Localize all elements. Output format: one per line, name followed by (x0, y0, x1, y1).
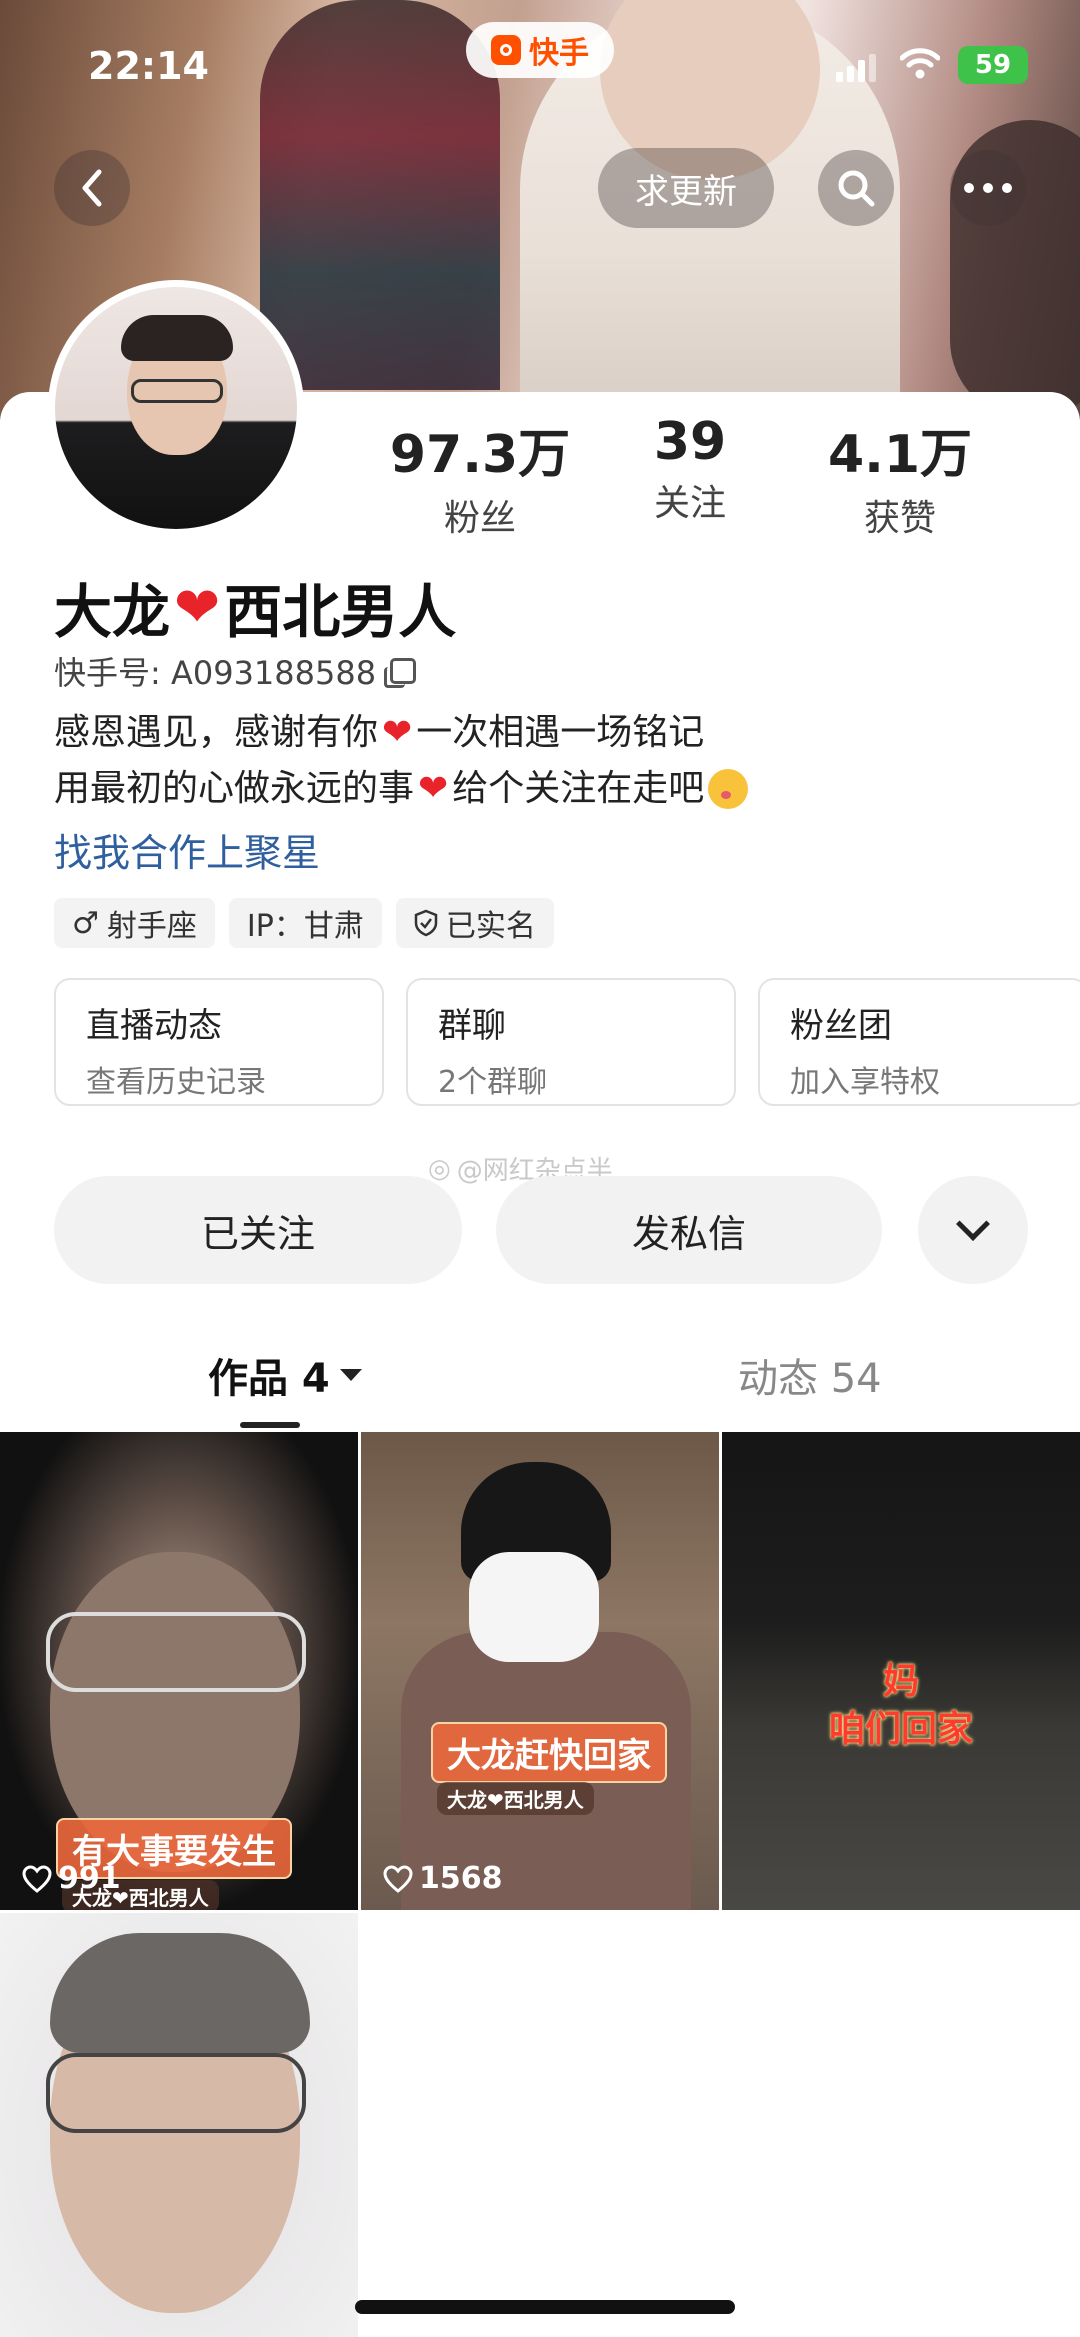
kuaishou-id[interactable]: 快手号: A093188588 (54, 648, 417, 694)
send-message-button[interactable]: 发私信 (496, 1176, 882, 1284)
video-thumbnail-glasses (46, 2053, 306, 2133)
app-name: 快手 (529, 36, 589, 71)
shield-check-icon (414, 909, 438, 937)
video-likes: 991 (22, 1861, 121, 1896)
video-caption: 妈 (882, 1661, 919, 1702)
stat-followers[interactable]: 97.3万 粉丝 (380, 412, 580, 541)
avatar-glasses (131, 379, 223, 403)
search-button[interactable] (818, 150, 894, 226)
cooperation-link[interactable]: 找我合作上聚星 (54, 822, 320, 877)
tag-zodiac: ♂ 射手座 (54, 898, 215, 948)
app-indicator[interactable]: 快手 (466, 22, 614, 78)
heart-icon: ❤ (382, 712, 413, 753)
stat-following-value: 39 (653, 412, 727, 472)
back-button[interactable] (54, 150, 130, 226)
video-subcaption: 大龙❤西北男人 (437, 1782, 594, 1815)
avatar-photo (55, 287, 297, 529)
video-tile[interactable]: 妈 咱们回家 (722, 1432, 1080, 1910)
video-tile[interactable]: 大龙赶快回家 大龙❤西北男人 1568 (361, 1432, 719, 1910)
tab-works-label: 作品 4 (208, 1356, 330, 1402)
video-thumbnail-glasses (46, 1612, 306, 1692)
tab-works[interactable]: 作品 4 (208, 1346, 362, 1404)
chevron-down-icon (956, 1207, 990, 1241)
status-time: 22:14 (88, 44, 209, 88)
heart-icon: ❤ (174, 575, 221, 639)
card-title: 粉丝团 (790, 1006, 892, 1046)
content-tabs: 作品 4 动态 54 (0, 1346, 1080, 1426)
kuaishou-id-text: 快手号: A093188588 (54, 654, 377, 692)
more-dots-icon (964, 183, 1012, 193)
more-options-button[interactable] (950, 150, 1026, 226)
stat-likes-value: 4.1万 (827, 425, 973, 485)
card-title: 群聊 (438, 1006, 506, 1046)
stat-followers-label: 粉丝 (443, 498, 516, 539)
card-live-history[interactable]: 直播动态 查看历史记录 (54, 978, 384, 1106)
kuaishou-logo-icon (491, 35, 521, 65)
profile-name-part2: 西北男人 (224, 578, 457, 646)
tab-feed[interactable]: 动态 54 (738, 1346, 882, 1404)
profile-stats: 97.3万 粉丝 39 关注 4.1万 获赞 (380, 412, 1000, 541)
video-tile[interactable]: 有大事要发生 大龙❤西北男人 991 (0, 1432, 358, 1910)
bio-line-2: 用最初的心做永远的事 ❤ 给个关注在走吧 (54, 761, 749, 817)
bio-line1-b: 一次相遇一场铭记 (416, 712, 705, 753)
copy-icon[interactable] (384, 658, 417, 688)
heart-outline-icon (22, 1864, 52, 1893)
video-grid: 有大事要发生 大龙❤西北男人 991 大龙赶快回家 大龙❤西北男人 1568 妈… (0, 1432, 1080, 2337)
wifi-icon (900, 48, 940, 79)
video-tile[interactable] (0, 1913, 358, 2337)
video-thumbnail-mask (469, 1552, 599, 1662)
stat-following-label: 关注 (653, 483, 726, 524)
bio-line-1: 感恩遇见，感谢有你 ❤ 一次相遇一场铭记 (54, 705, 748, 761)
video-likes: 1568 (383, 1861, 503, 1896)
home-indicator[interactable] (355, 2300, 735, 2314)
profile-bio: 感恩遇见，感谢有你 ❤ 一次相遇一场铭记 用最初的心做永远的事 ❤ 给个关注在走… (54, 705, 749, 817)
male-icon: ♂ (72, 905, 99, 941)
video-likes-count: 991 (58, 1861, 121, 1896)
video-caption: 大龙赶快回家 (431, 1722, 667, 1783)
feature-cards: 直播动态 查看历史记录 群聊 2个群聊 粉丝团 加入享特权 (54, 978, 1080, 1106)
card-subtitle: 查看历史记录 (86, 1065, 266, 1100)
heart-icon: ❤ (418, 768, 449, 809)
tag-verified[interactable]: 已实名 (395, 898, 554, 948)
card-subtitle: 2个群聊 (438, 1065, 548, 1100)
weibo-icon: ◎ (428, 1153, 451, 1184)
signal-icon (836, 52, 876, 82)
tag-verified-label: 已实名 (445, 909, 536, 944)
card-subtitle: 加入享特权 (790, 1065, 940, 1100)
back-arrow-icon (82, 169, 102, 207)
status-bar: 22:14 快手 59 (0, 0, 1080, 130)
bio-line1-a: 感恩遇见，感谢有你 (54, 712, 379, 753)
profile-tags: ♂ 射手座 IP：甘肃 已实名 (54, 898, 554, 948)
video-likes-count: 1568 (419, 1861, 503, 1896)
battery-icon: 59 (958, 46, 1028, 84)
bio-line2-b: 给个关注在走吧 (452, 768, 705, 809)
tag-ip-location: IP：甘肃 (228, 898, 382, 948)
heart-outline-icon (383, 1864, 413, 1893)
avatar[interactable] (48, 280, 304, 536)
kiss-emoji-icon (708, 769, 749, 809)
card-title: 直播动态 (86, 1006, 222, 1046)
request-update-button[interactable]: 求更新 (598, 148, 774, 228)
video-thumbnail-hair (50, 1933, 310, 2053)
profile-name-part1: 大龙 (54, 578, 171, 646)
profile-name: 大龙 ❤ 西北男人 (54, 565, 456, 649)
stat-following[interactable]: 39 关注 (590, 412, 790, 541)
tag-zodiac-label: 射手座 (106, 909, 197, 944)
active-tab-indicator (240, 1422, 300, 1428)
card-fan-club[interactable]: 粉丝团 加入享特权 (758, 978, 1080, 1106)
stat-likes[interactable]: 4.1万 获赞 (800, 412, 1000, 541)
expand-actions-button[interactable] (918, 1176, 1028, 1284)
followed-button[interactable]: 已关注 (54, 1176, 462, 1284)
stat-followers-value: 97.3万 (389, 425, 571, 485)
stat-likes-label: 获赞 (863, 498, 936, 539)
caret-down-icon (339, 1369, 362, 1381)
avatar-hair (121, 315, 233, 361)
bio-line2-a: 用最初的心做永远的事 (54, 768, 415, 809)
card-group-chat[interactable]: 群聊 2个群聊 (406, 978, 736, 1106)
tag-ip-label: IP：甘肃 (246, 909, 364, 944)
video-caption: 咱们回家 (828, 1709, 973, 1750)
search-icon (838, 170, 875, 207)
battery-level: 59 (974, 50, 1012, 80)
